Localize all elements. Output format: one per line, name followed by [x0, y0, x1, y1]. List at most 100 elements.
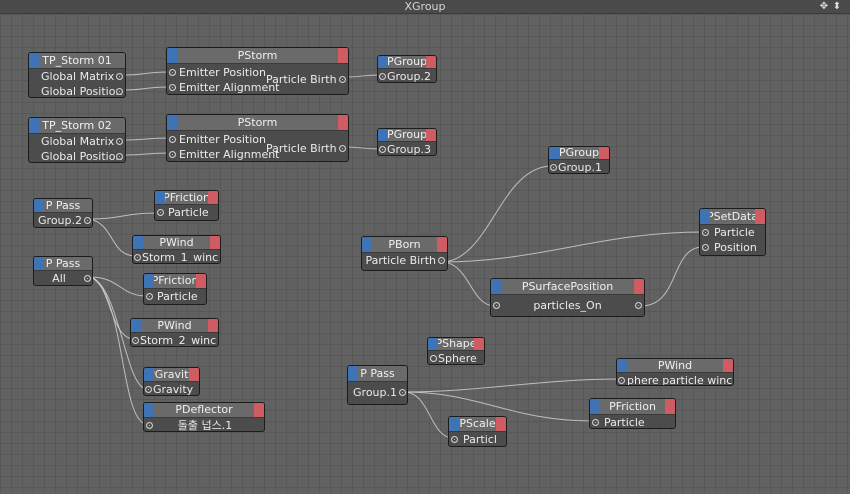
- port-dot[interactable]: [339, 145, 346, 152]
- output-port-particle-birth[interactable]: Particle Birth: [362, 253, 447, 268]
- node-header[interactable]: TP_Storm 01: [29, 53, 125, 69]
- port-dot[interactable]: [116, 138, 123, 145]
- node-header[interactable]: PBorn: [362, 237, 447, 253]
- output-port-particle-birth[interactable]: Particle Birth: [254, 72, 348, 87]
- port-dot[interactable]: [84, 275, 91, 282]
- node-pwind-2[interactable]: PWind Storm_2_winc: [130, 318, 219, 347]
- input-port-wind[interactable]: phere particle winc: [617, 373, 733, 385]
- node-pborn[interactable]: PBorn Particle Birth: [361, 236, 448, 271]
- port-dot[interactable]: [134, 254, 141, 261]
- node-header[interactable]: PStorm: [167, 115, 348, 131]
- port-dot[interactable]: [339, 76, 346, 83]
- port-dot[interactable]: [592, 419, 599, 426]
- node-ppass-group2[interactable]: P Pass Group.2: [33, 198, 93, 228]
- port-dot[interactable]: [379, 73, 386, 80]
- node-header[interactable]: PFriction: [590, 399, 675, 415]
- port-dot[interactable]: [116, 73, 123, 80]
- input-port-wind[interactable]: Storm_1_winc: [133, 250, 220, 263]
- node-pfriction-1[interactable]: PFriction Particle: [154, 190, 219, 221]
- input-port-particle[interactable]: Particle: [144, 289, 206, 304]
- node-header[interactable]: PSetData: [700, 209, 765, 225]
- port-dot[interactable]: [451, 436, 458, 443]
- node-tp-storm-01[interactable]: TP_Storm 01 Global Matrix Global Positio…: [28, 52, 126, 98]
- node-pgroup-1[interactable]: PGroup Group.1: [548, 146, 610, 174]
- node-header[interactable]: PFriction: [155, 191, 218, 205]
- port-dot[interactable]: [145, 386, 152, 393]
- output-port-global-position[interactable]: Global Position: [29, 149, 125, 162]
- port-dot[interactable]: [493, 302, 500, 309]
- output-port-global-position[interactable]: Global Position: [29, 84, 125, 97]
- node-pwind-1[interactable]: PWind Storm_1_winc: [132, 235, 221, 264]
- node-tp-storm-02[interactable]: TP_Storm 02 Global Matrix Global Positio…: [28, 117, 126, 163]
- port-dot[interactable]: [618, 377, 625, 384]
- node-header[interactable]: P Pass: [34, 257, 92, 271]
- output-port-all[interactable]: All: [34, 271, 92, 285]
- input-port-group[interactable]: Group.3: [378, 142, 436, 155]
- node-ppass-group1[interactable]: P Pass Group.1: [347, 365, 408, 405]
- input-port-particle[interactable]: Particle: [155, 205, 218, 220]
- node-pgravity[interactable]: PGravity Gravity: [143, 367, 200, 396]
- input-port-particle[interactable]: Particl: [449, 432, 506, 446]
- node-header[interactable]: P Pass: [348, 366, 407, 382]
- port-dot[interactable]: [635, 302, 642, 309]
- input-port-wind[interactable]: Storm_2_winc: [131, 333, 218, 346]
- output-port-global-matrix[interactable]: Global Matrix: [29, 69, 125, 84]
- input-port-group[interactable]: Group.2: [378, 69, 436, 82]
- node-header[interactable]: PShape: [428, 338, 484, 351]
- port-dot[interactable]: [169, 69, 176, 76]
- node-psurfaceposition[interactable]: PSurfacePosition particles_On: [490, 278, 645, 317]
- port-dot[interactable]: [702, 229, 709, 236]
- node-header[interactable]: PWind: [133, 236, 220, 250]
- node-header[interactable]: PGravity: [144, 368, 199, 382]
- node-pwind-3[interactable]: PWind phere particle winc: [616, 358, 734, 386]
- node-header[interactable]: PGroup: [378, 129, 436, 142]
- input-port-deflector[interactable]: 돌출 넙스.1: [144, 418, 264, 431]
- node-header[interactable]: PGroup: [378, 56, 436, 69]
- port-dot[interactable]: [146, 422, 153, 429]
- node-header[interactable]: PGroup: [549, 147, 609, 160]
- output-port-group[interactable]: Group.1: [348, 382, 407, 404]
- node-pfriction-3[interactable]: PFriction Particle: [589, 398, 676, 429]
- output-port-group[interactable]: Group.2: [34, 213, 92, 227]
- port-dot[interactable]: [169, 151, 176, 158]
- node-header[interactable]: TP_Storm 02: [29, 118, 125, 134]
- surface-port[interactable]: particles_On: [491, 295, 644, 316]
- port-dot[interactable]: [702, 244, 709, 251]
- input-port-shape[interactable]: Sphere: [428, 351, 484, 364]
- collapse-icon[interactable]: ⬍: [832, 1, 842, 12]
- input-port-position[interactable]: Position: [700, 240, 765, 255]
- node-header[interactable]: PWind: [131, 319, 218, 333]
- port-dot[interactable]: [399, 389, 406, 396]
- port-dot[interactable]: [550, 164, 557, 171]
- node-pgroup-2[interactable]: PGroup Group.2: [377, 55, 437, 83]
- node-pfriction-2[interactable]: PFriction Particle: [143, 273, 207, 305]
- input-port-particle[interactable]: Particle: [700, 225, 765, 240]
- node-header[interactable]: PScale: [449, 417, 506, 432]
- port-dot[interactable]: [379, 146, 386, 153]
- port-dot[interactable]: [157, 209, 164, 216]
- node-header[interactable]: PFriction: [144, 274, 206, 289]
- port-dot[interactable]: [116, 88, 123, 95]
- input-port-gravity[interactable]: Gravity: [144, 382, 199, 395]
- node-header[interactable]: PSurfacePosition: [491, 279, 644, 295]
- node-pstorm-2[interactable]: PStorm Emitter Position Emitter Alignmen…: [166, 114, 349, 162]
- port-dot[interactable]: [146, 293, 153, 300]
- port-dot[interactable]: [116, 153, 123, 160]
- port-dot[interactable]: [132, 337, 139, 344]
- port-dot[interactable]: [169, 136, 176, 143]
- node-psetdata[interactable]: PSetData Particle Position: [699, 208, 766, 256]
- node-header[interactable]: P Pass: [34, 199, 92, 213]
- node-pshape[interactable]: PShape Sphere: [427, 337, 485, 365]
- port-dot[interactable]: [438, 257, 445, 264]
- node-pdeflector[interactable]: PDeflector 돌출 넙스.1: [143, 402, 265, 432]
- node-pstorm-1[interactable]: PStorm Emitter Position Emitter Alignmen…: [166, 47, 349, 95]
- node-pgroup-3[interactable]: PGroup Group.3: [377, 128, 437, 156]
- node-pscale[interactable]: PScale Particl: [448, 416, 507, 447]
- node-header[interactable]: PWind: [617, 359, 733, 373]
- node-header[interactable]: PStorm: [167, 48, 348, 64]
- port-dot[interactable]: [169, 84, 176, 91]
- output-port-global-matrix[interactable]: Global Matrix: [29, 134, 125, 149]
- node-header[interactable]: PDeflector: [144, 403, 264, 418]
- port-dot[interactable]: [430, 355, 437, 362]
- input-port-particle[interactable]: Particle: [590, 415, 675, 428]
